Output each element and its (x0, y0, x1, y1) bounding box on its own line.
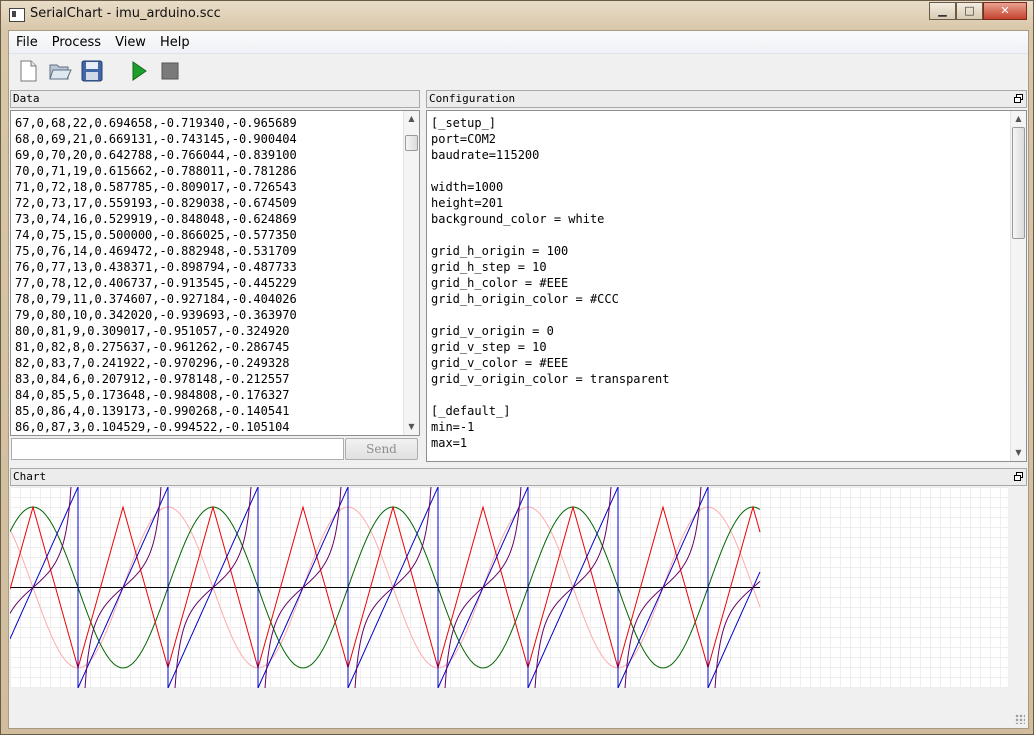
menu-bar: File Process View Help (9, 31, 1028, 54)
data-panel-header: Data (10, 90, 420, 108)
config-line (431, 307, 669, 323)
config-line: grid_v_step = 10 (431, 340, 547, 354)
data-panel-title: Data (13, 92, 40, 105)
send-input[interactable] (11, 438, 344, 460)
config-panel-header: Configuration (426, 90, 1027, 108)
chart-area (10, 487, 1008, 688)
data-lines: 67,0,68,22,0.694658,-0.719340,-0.965689 6… (15, 115, 297, 435)
new-file-button[interactable] (16, 59, 40, 83)
run-button[interactable] (126, 59, 150, 83)
config-scroll-thumb[interactable] (1012, 127, 1025, 239)
config-line: grid_h_step = 10 (431, 260, 547, 274)
data-line: 85,0,86,4,0.139173,-0.990268,-0.140541 (15, 404, 290, 418)
scroll-down-icon[interactable]: ▼ (404, 419, 419, 435)
data-line: 77,0,78,12,0.406737,-0.913545,-0.445229 (15, 276, 297, 290)
config-lines: [_setup_] port=COM2 baudrate=115200 width=… (431, 115, 669, 451)
config-line: grid_h_origin_color = #CCC (431, 292, 619, 306)
send-button[interactable]: Send (345, 438, 418, 460)
config-line (431, 387, 669, 403)
save-button[interactable] (80, 59, 104, 83)
config-line: width=1000 (431, 180, 504, 194)
data-line: 81,0,82,8,0.275637,-0.961262,-0.286745 (15, 340, 290, 354)
config-line: min=-1 (431, 420, 475, 434)
float-panel-icon[interactable] (1014, 472, 1023, 481)
minimize-button[interactable]: ▁ (929, 2, 956, 20)
close-button[interactable]: ✕ (983, 2, 1027, 20)
float-panel-icon[interactable] (1014, 94, 1023, 103)
data-line: 86,0,87,3,0.104529,-0.994522,-0.105104 (15, 420, 290, 434)
menu-file[interactable]: File (9, 35, 45, 50)
data-line: 71,0,72,18,0.587785,-0.809017,-0.726543 (15, 180, 297, 194)
config-line (431, 163, 669, 179)
data-line: 68,0,69,21,0.669131,-0.743145,-0.900404 (15, 132, 297, 146)
config-panel-title: Configuration (429, 92, 516, 105)
data-line: 67,0,68,22,0.694658,-0.719340,-0.965689 (15, 116, 297, 130)
toolbar (9, 54, 1028, 88)
status-bar (9, 707, 1028, 727)
data-line: 74,0,75,15,0.500000,-0.866025,-0.577350 (15, 228, 297, 242)
app-window: SerialChart - imu_arduino.scc ▁ □ ✕ File… (0, 0, 1034, 735)
config-line: height=201 (431, 196, 504, 210)
save-icon (81, 60, 103, 82)
config-scrollbar[interactable]: ▲ ▼ (1010, 111, 1026, 461)
config-line (431, 227, 669, 243)
window-title: SerialChart - imu_arduino.scc (30, 6, 221, 21)
open-folder-icon (49, 64, 72, 80)
data-line: 78,0,79,11,0.374607,-0.927184,-0.404026 (15, 292, 297, 306)
config-line: grid_v_color = #EEE (431, 356, 569, 370)
menu-view[interactable]: View (108, 35, 153, 50)
menu-help[interactable]: Help (153, 35, 197, 50)
data-line: 70,0,71,19,0.615662,-0.788011,-0.781286 (15, 164, 297, 178)
config-line: max=1 (431, 436, 468, 450)
data-line: 80,0,81,9,0.309017,-0.951057,-0.324920 (15, 324, 290, 338)
stop-button[interactable] (158, 59, 182, 83)
open-file-button[interactable] (48, 59, 72, 83)
data-line: 75,0,76,14,0.469472,-0.882948,-0.531709 (15, 244, 297, 258)
data-text-area[interactable]: 67,0,68,22,0.694658,-0.719340,-0.965689 6… (10, 110, 420, 436)
data-line: 69,0,70,20,0.642788,-0.766044,-0.839100 (15, 148, 297, 162)
config-line: background_color = white (431, 212, 605, 226)
config-line: grid_h_color = #EEE (431, 276, 569, 290)
config-line: grid_v_origin_color = transparent (431, 372, 670, 386)
chart-svg (10, 487, 1008, 688)
menu-process[interactable]: Process (45, 35, 108, 50)
data-line: 76,0,77,13,0.438371,-0.898794,-0.487733 (15, 260, 297, 274)
config-line: grid_h_origin = 100 (431, 244, 569, 258)
data-line: 84,0,85,5,0.173648,-0.984808,-0.176327 (15, 388, 290, 402)
resize-grip-icon[interactable] (1015, 714, 1025, 724)
config-line: [_setup_] (431, 116, 497, 130)
new-file-icon (20, 60, 37, 82)
play-icon (132, 61, 147, 81)
data-line: 79,0,80,10,0.342020,-0.939693,-0.363970 (15, 308, 297, 322)
data-line: 83,0,84,6,0.207912,-0.978148,-0.212557 (15, 372, 290, 386)
data-line: 82,0,83,7,0.241922,-0.970296,-0.249328 (15, 356, 290, 370)
chart-panel-header: Chart (10, 468, 1027, 486)
scroll-up-icon[interactable]: ▲ (404, 111, 419, 127)
title-bar[interactable]: SerialChart - imu_arduino.scc ▁ □ ✕ (1, 1, 1033, 29)
chart-panel-title: Chart (13, 470, 47, 483)
scroll-up-icon[interactable]: ▲ (1011, 111, 1026, 127)
config-line: baudrate=115200 (431, 148, 540, 162)
config-text-area[interactable]: [_setup_] port=COM2 baudrate=115200 width=… (426, 110, 1027, 462)
data-scrollbar[interactable]: ▲ ▼ (403, 111, 419, 435)
data-line: 72,0,73,17,0.559193,-0.829038,-0.674509 (15, 196, 297, 210)
config-line: [_default_] (431, 404, 511, 418)
config-line: port=COM2 (431, 132, 497, 146)
data-scroll-thumb[interactable] (405, 135, 418, 152)
scroll-down-icon[interactable]: ▼ (1011, 445, 1026, 461)
maximize-button[interactable]: □ (956, 2, 983, 20)
data-line: 73,0,74,16,0.529919,-0.848048,-0.624869 (15, 212, 297, 226)
client-area: File Process View Help Data 67,0,68,22,0… (8, 30, 1029, 729)
config-line: grid_v_origin = 0 (431, 324, 554, 338)
stop-icon (161, 62, 179, 80)
caption-buttons: ▁ □ ✕ (929, 2, 1027, 20)
app-icon (9, 8, 25, 22)
